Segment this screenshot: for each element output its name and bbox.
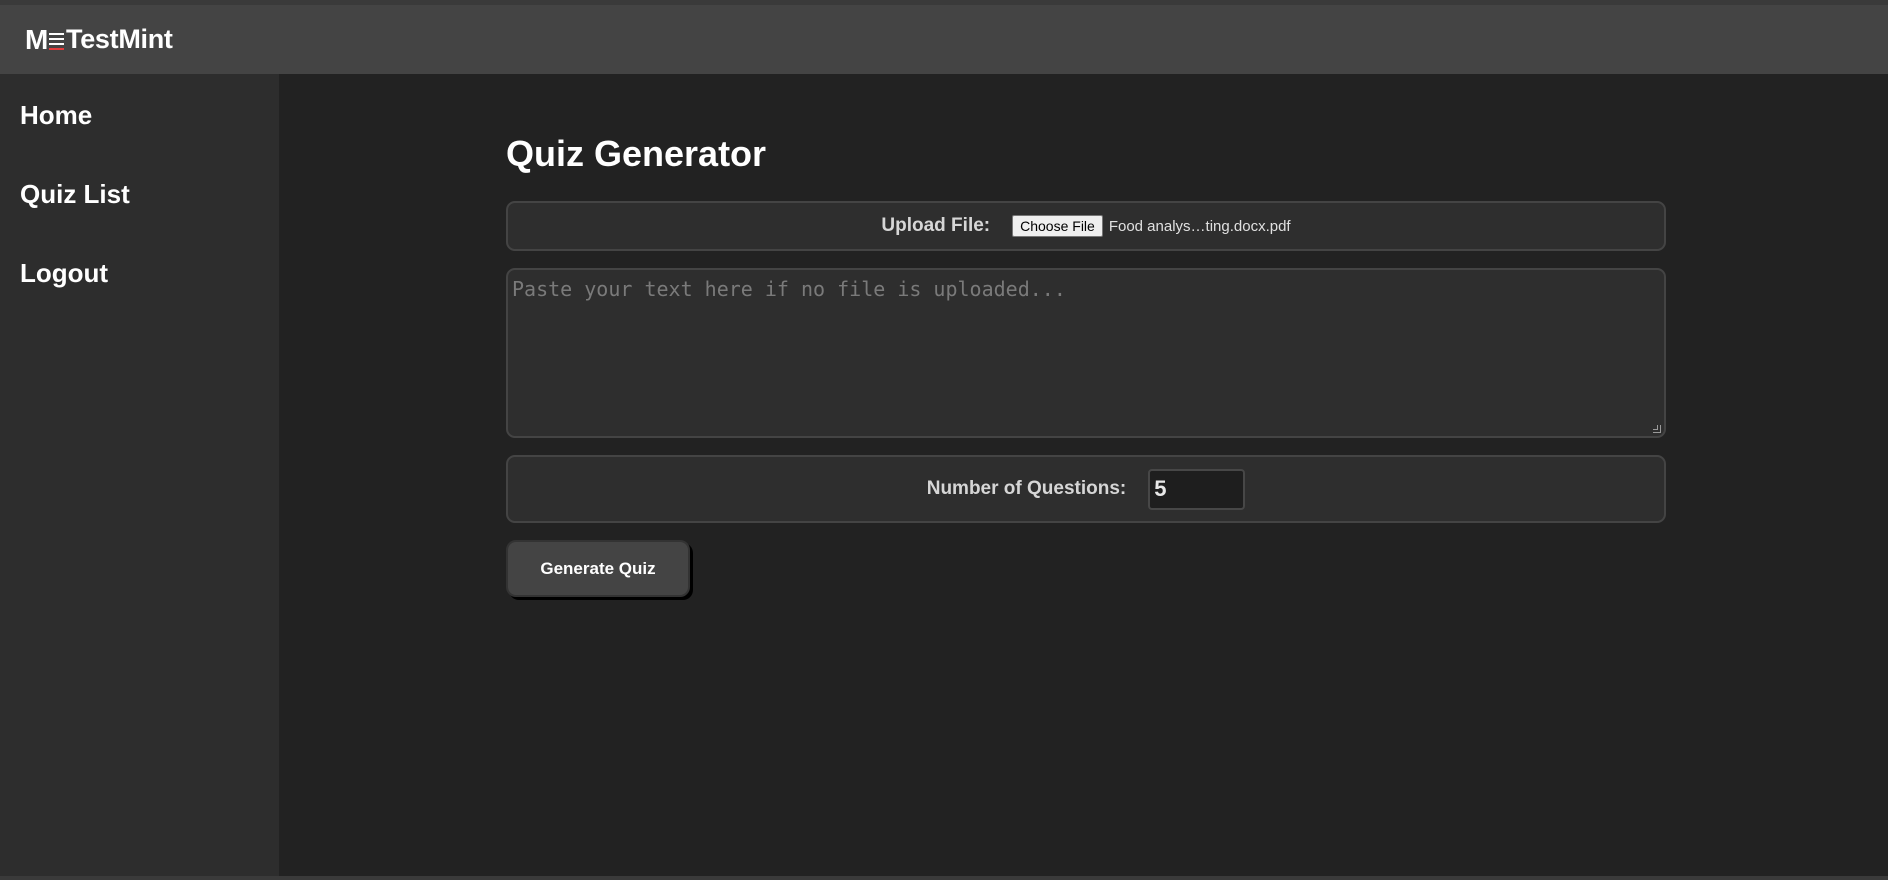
logo[interactable]: M TestMint xyxy=(25,24,173,55)
bottom-strip xyxy=(0,876,1888,880)
questions-count-input[interactable]: 5 xyxy=(1148,468,1246,510)
sidebar-item-logout[interactable]: Logout xyxy=(20,258,108,289)
sidebar-item-quiz-list[interactable]: Quiz List xyxy=(20,179,130,210)
header: M TestMint xyxy=(0,5,1888,74)
text-input-placeholder: Paste your text here if no file is uploa… xyxy=(512,277,1066,301)
text-input-area[interactable]: Paste your text here if no file is uploa… xyxy=(506,268,1666,438)
choose-file-button[interactable]: Choose File xyxy=(1012,215,1103,237)
logo-icon: M xyxy=(25,23,65,55)
logo-lines xyxy=(49,32,65,50)
questions-label: Number of Questions: xyxy=(926,478,1127,499)
app-window: M TestMint Home Quiz List Logout Quiz Ge… xyxy=(0,0,1888,880)
questions-panel: Number of Questions: 5 xyxy=(506,455,1666,523)
upload-panel: Upload File: Choose File Food analys…tin… xyxy=(506,201,1666,251)
generate-quiz-button[interactable]: Generate Quiz xyxy=(506,540,690,597)
logo-mark-letter: M xyxy=(25,23,49,55)
logo-text: TestMint xyxy=(66,24,173,54)
upload-label: Upload File: xyxy=(881,215,991,236)
selected-file-name: Food analys…ting.docx.pdf xyxy=(1108,217,1291,235)
page-title: Quiz Generator xyxy=(506,133,767,174)
resize-handle-icon[interactable] xyxy=(1653,425,1661,433)
sidebar-item-home[interactable]: Home xyxy=(20,100,92,131)
sidebar: Home Quiz List Logout xyxy=(0,74,279,876)
